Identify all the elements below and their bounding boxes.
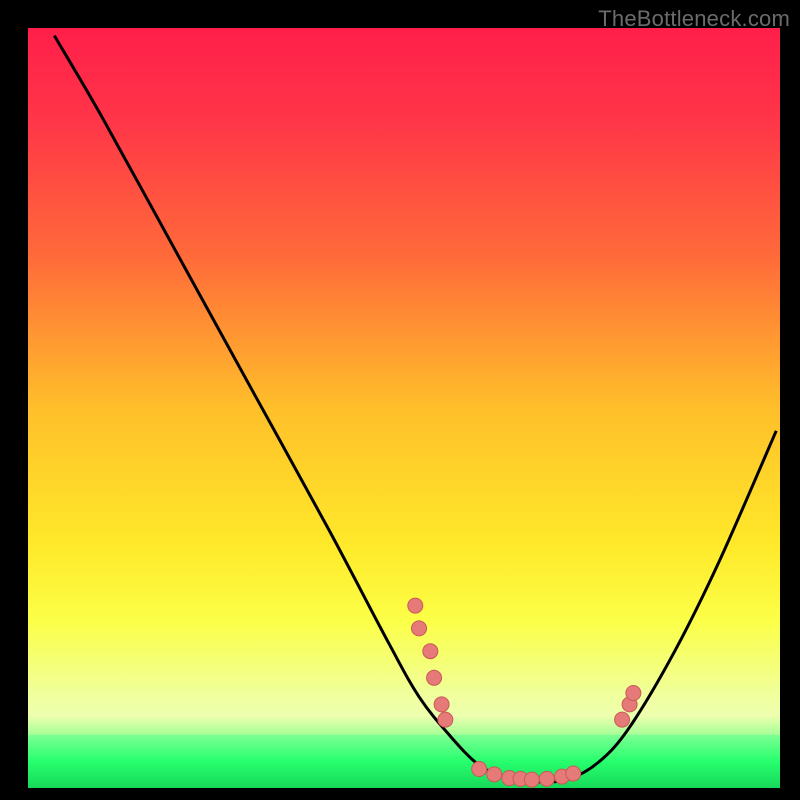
plot-area	[28, 28, 780, 788]
data-dot	[487, 767, 502, 782]
chart-svg	[28, 28, 780, 788]
pale-band	[28, 689, 780, 735]
data-dot	[626, 686, 641, 701]
data-dot	[615, 712, 630, 727]
data-dot	[566, 766, 581, 781]
data-dot	[427, 670, 442, 685]
data-dot	[412, 621, 427, 636]
data-dot	[472, 762, 487, 777]
data-dot	[524, 772, 539, 787]
data-dot	[434, 697, 449, 712]
data-dot	[408, 598, 423, 613]
data-dot	[438, 712, 453, 727]
data-dot	[539, 771, 554, 786]
chart-stage: TheBottleneck.com	[0, 0, 800, 800]
data-dot	[423, 644, 438, 659]
